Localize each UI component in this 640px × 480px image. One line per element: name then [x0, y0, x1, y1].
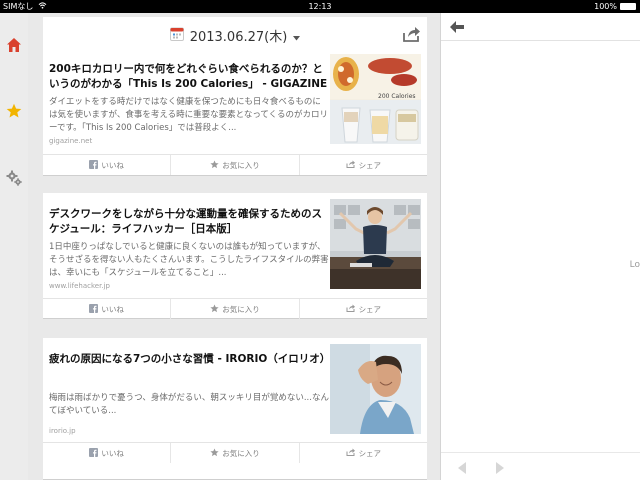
prev-arrow-icon[interactable]	[455, 460, 469, 474]
gear-icon[interactable]	[4, 168, 24, 188]
favorite-button[interactable]: お気に入り	[171, 443, 300, 463]
like-label: いいね	[101, 160, 124, 170]
star-icon[interactable]	[4, 101, 24, 121]
article-title[interactable]: デスクワークをしながら十分な運動量を確保するためのスケジュール：ライフハッカー［…	[49, 207, 329, 237]
home-icon[interactable]	[4, 35, 24, 55]
detail-pane: Lo	[440, 13, 640, 480]
share-icon	[346, 304, 356, 314]
article-thumbnail[interactable]: 200 Calories	[330, 54, 421, 144]
facebook-icon	[89, 303, 99, 315]
article-source[interactable]: irorio.jp	[49, 427, 76, 435]
article-card[interactable]: 疲れの原因になる7つの小さな習慣 - IRORIO（イロリオ） 梅雨は雨ばかりで…	[43, 338, 427, 480]
detail-toolbar	[441, 13, 640, 41]
favorite-label: お気に入り	[222, 304, 260, 314]
article-source[interactable]: www.lifehacker.jp	[49, 282, 110, 290]
share-icon[interactable]	[403, 26, 421, 42]
star-outline-icon	[210, 303, 219, 315]
article-thumbnail[interactable]	[330, 344, 421, 434]
clock: 12:13	[308, 2, 332, 11]
feed-pane: 2013.06.27(木) 200キロカロリー内で何をどれぐらい食べられるのか？…	[28, 13, 440, 480]
chevron-down-icon	[293, 26, 301, 45]
facebook-icon	[89, 447, 99, 459]
favorite-label: お気に入り	[222, 448, 260, 458]
like-button[interactable]: いいね	[43, 155, 172, 175]
thumbnail-caption: 200 Calories	[378, 93, 416, 100]
sidebar	[0, 13, 28, 480]
battery-status: 100%	[594, 0, 636, 13]
article-title[interactable]: 200キロカロリー内で何をどれぐらい食べられるのか？というのがわかる「This …	[49, 62, 329, 92]
date-label: 2013.06.27(木)	[189, 29, 288, 45]
article-excerpt: 1日中座りっぱなしでいると健康に良くないのは誰もが知っていますが、そうせざるを得…	[49, 242, 329, 278]
article-card[interactable]: 200キロカロリー内で何をどれぐらい食べられるのか？というのがわかる「This …	[43, 48, 427, 176]
share-label: シェア	[358, 304, 382, 314]
loading-text: Lo	[629, 260, 640, 270]
favorite-button[interactable]: お気に入り	[171, 299, 300, 319]
star-outline-icon	[210, 159, 219, 171]
article-source[interactable]: gigazine.net	[49, 137, 92, 145]
favorite-button[interactable]: お気に入り	[171, 155, 300, 175]
article-excerpt: ダイエットをする時だけではなく健康を保つためにも日々食べるものには気を使いますが…	[49, 97, 328, 133]
share-button[interactable]: シェア	[300, 443, 427, 463]
article-excerpt: 梅雨は雨ばかりで憂うつ、身体がだるい、朝スッキリ目が覚めない...なんてぼやいて…	[49, 393, 329, 416]
like-button[interactable]: いいね	[43, 443, 172, 463]
article-title[interactable]: 疲れの原因になる7つの小さな習慣 - IRORIO（イロリオ）	[49, 352, 330, 367]
detail-bottom-bar	[441, 452, 640, 480]
next-arrow-icon[interactable]	[493, 460, 507, 474]
share-icon	[346, 448, 356, 458]
share-label: シェア	[358, 160, 382, 170]
calendar-icon	[169, 26, 184, 45]
like-button[interactable]: いいね	[43, 299, 172, 319]
share-label: シェア	[358, 448, 382, 458]
share-button[interactable]: シェア	[300, 155, 427, 175]
like-label: いいね	[101, 448, 124, 458]
share-button[interactable]: シェア	[300, 299, 427, 319]
article-actions: いいね お気に入り シェア	[43, 442, 427, 463]
like-label: いいね	[101, 304, 124, 314]
status-bar: SIMなし 12:13 100%	[0, 0, 640, 13]
star-outline-icon	[210, 447, 219, 459]
battery-percent: 100%	[594, 2, 617, 11]
favorite-label: お気に入り	[222, 160, 260, 170]
article-actions: いいね お気に入り シェア	[43, 154, 427, 175]
facebook-icon	[89, 159, 99, 171]
article-thumbnail[interactable]	[330, 199, 421, 289]
article-card[interactable]: デスクワークをしながら十分な運動量を確保するためのスケジュール：ライフハッカー［…	[43, 193, 427, 319]
share-icon	[346, 160, 356, 170]
battery-icon	[620, 3, 636, 10]
back-arrow-icon[interactable]	[449, 19, 467, 35]
article-actions: いいね お気に入り シェア	[43, 298, 427, 319]
